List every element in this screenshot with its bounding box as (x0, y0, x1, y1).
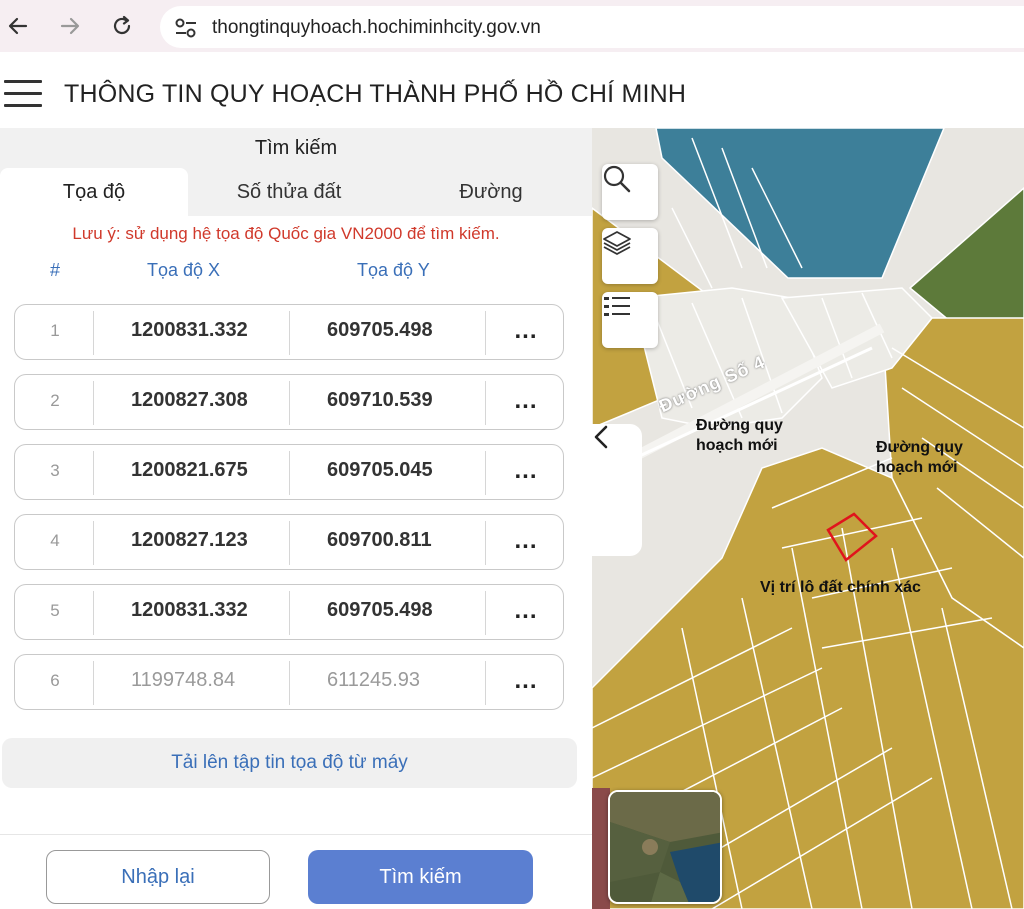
divider (0, 834, 592, 835)
reset-button[interactable]: Nhập lại (46, 850, 270, 904)
back-arrow-icon (8, 17, 28, 35)
coordinate-system-note: Lưu ý: sử dụng hệ tọa độ Quốc gia VN2000… (72, 224, 500, 243)
map-search-button[interactable] (602, 164, 658, 220)
row-index: 5 (50, 601, 60, 620)
app-header: THÔNG TIN QUY HOẠCH THÀNH PHỐ HỒ CHÍ MIN… (0, 52, 1024, 128)
coordinate-row: 3 1200821.675 609705.045 ... (14, 444, 564, 500)
y-coordinate-input[interactable]: 609705.498 (327, 599, 477, 622)
y-coordinate-input[interactable]: 611245.93 (327, 669, 477, 692)
reload-button[interactable] (108, 12, 136, 40)
panel-title: Tìm kiếm (254, 137, 338, 159)
tab-street[interactable]: Đường (390, 168, 592, 216)
y-coordinate-input[interactable]: 609700.811 (327, 529, 477, 552)
search-tabs: Tọa độ Số thửa đất Đường (0, 168, 592, 216)
coordinate-row: 1 1200831.332 609705.498 ... (14, 304, 564, 360)
browser-toolbar: thongtinquyhoach.hochiminhcity.gov.vn (0, 0, 1024, 52)
hamburger-menu-icon[interactable] (4, 80, 42, 108)
tab-parcel-number[interactable]: Số thửa đất (188, 168, 390, 216)
row-options-button[interactable]: ... (511, 317, 541, 345)
column-header-index: # (50, 260, 61, 280)
x-coordinate-input[interactable]: 1200831.332 (131, 319, 253, 342)
y-coordinate-input[interactable]: 609705.045 (327, 459, 477, 482)
row-index: 4 (50, 531, 60, 550)
x-coordinate-input[interactable]: 1200831.332 (131, 599, 253, 622)
row-index: 6 (50, 671, 60, 690)
address-bar[interactable]: thongtinquyhoach.hochiminhcity.gov.vn (160, 6, 1024, 48)
coordinate-row: 4 1200827.123 609700.811 ... (14, 514, 564, 570)
coordinate-row: 5 1200831.332 609705.498 ... (14, 584, 564, 640)
collapse-panel-button[interactable] (592, 424, 642, 556)
row-index: 2 (50, 391, 60, 410)
row-options-button[interactable]: ... (511, 527, 541, 555)
url-text: thongtinquyhoach.hochiminhcity.gov.vn (212, 17, 541, 38)
y-coordinate-input[interactable]: 609705.498 (327, 319, 477, 342)
page-title: THÔNG TIN QUY HOẠCH THÀNH PHỐ HỒ CHÍ MIN… (64, 80, 687, 108)
map-layers-button[interactable] (602, 228, 658, 284)
layers-icon (603, 231, 631, 255)
legend-list-icon (604, 297, 630, 316)
row-options-button[interactable]: ... (511, 457, 541, 485)
planned-road-label-1: Đường quy hoạch mới (696, 417, 783, 454)
coordinate-row: 2 1200827.308 609710.539 ... (14, 374, 564, 430)
back-button[interactable] (4, 12, 32, 40)
panel-header: Tìm kiếm (0, 128, 592, 168)
x-coordinate-input[interactable]: 1199748.84 (131, 669, 253, 692)
satellite-basemap-toggle[interactable] (608, 790, 722, 904)
tab-coordinates[interactable]: Tọa độ (0, 168, 188, 216)
chevron-left-icon (594, 425, 608, 449)
reload-icon (113, 15, 131, 35)
row-index: 1 (50, 321, 60, 340)
coordinate-row-empty: 6 1199748.84 611245.93 ... (14, 654, 564, 710)
column-header-x: Tọa độ X (147, 260, 221, 280)
row-options-button[interactable]: ... (511, 387, 541, 415)
column-header-y: Tọa độ Y (357, 260, 430, 280)
y-coordinate-input[interactable]: 609710.539 (327, 389, 477, 412)
site-settings-icon[interactable] (174, 17, 198, 39)
map-legend-button[interactable] (602, 292, 658, 348)
search-icon (603, 165, 631, 193)
forward-arrow-icon (60, 17, 80, 35)
upload-coordinates-button[interactable]: Tải lên tập tin tọa độ từ máy (2, 738, 577, 788)
row-index: 3 (50, 461, 60, 480)
search-button[interactable]: Tìm kiếm (308, 850, 533, 904)
planned-road-label-2: Đường quy hoạch mới (876, 439, 963, 476)
x-coordinate-input[interactable]: 1200827.308 (131, 389, 253, 412)
row-options-button[interactable]: ... (511, 667, 541, 695)
forward-button[interactable] (56, 12, 84, 40)
planning-map[interactable]: Đường Số 4 Đường quy hoạch mới Đường quy… (592, 128, 1024, 909)
exact-lot-label: Vị trí lô đất chính xác (760, 579, 921, 596)
x-coordinate-input[interactable]: 1200827.123 (131, 529, 253, 552)
x-coordinate-input[interactable]: 1200821.675 (131, 459, 253, 482)
satellite-thumbnail-icon (610, 792, 720, 902)
row-options-button[interactable]: ... (511, 597, 541, 625)
search-panel: Tìm kiếm Tọa độ Số thửa đất Đường Lưu ý:… (0, 128, 592, 909)
